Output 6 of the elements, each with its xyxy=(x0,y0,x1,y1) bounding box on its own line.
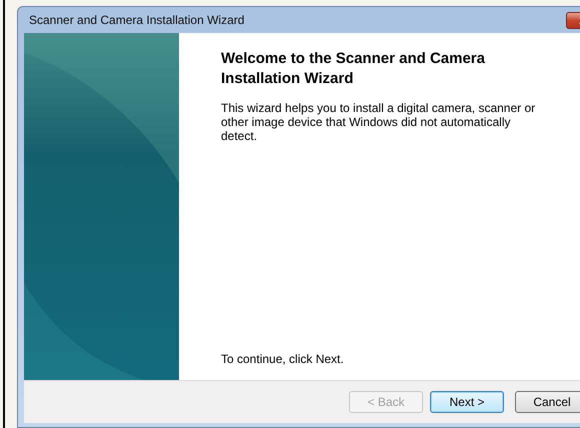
window-title: Scanner and Camera Installation Wizard xyxy=(28,13,244,27)
wizard-button[interactable]: Next > xyxy=(430,391,504,413)
wizard-heading: Welcome to the Scanner and Camera Installation Wizard xyxy=(221,49,486,89)
description-text: This wizard helps you to install a digital camera, scanner or other image device that Windows did not automatically detect. xyxy=(221,101,536,143)
instruction-text: To continue, click Next. xyxy=(221,352,345,366)
wizard-button[interactable]: Cancel xyxy=(515,391,580,413)
